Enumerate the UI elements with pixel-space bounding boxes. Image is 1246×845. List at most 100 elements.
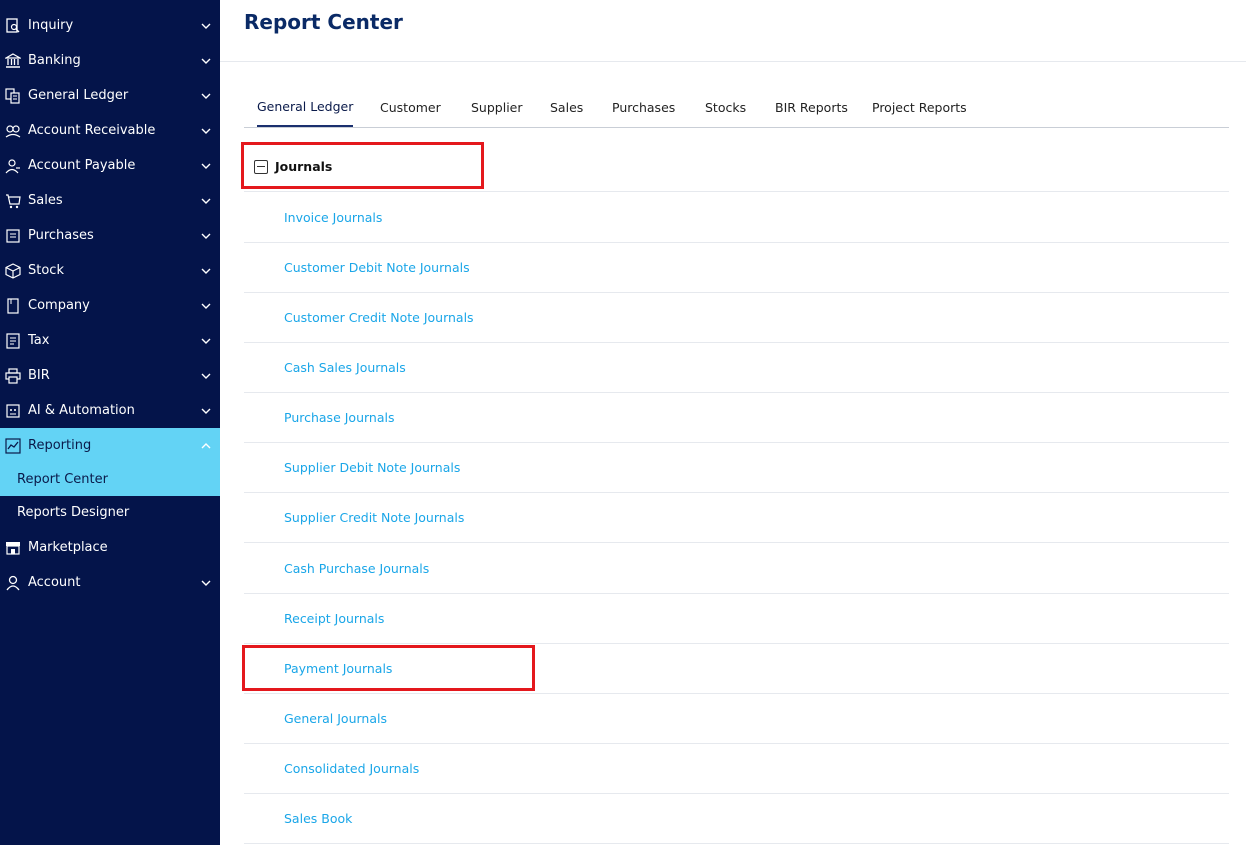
sidebar-item-marketplace[interactable]: Marketplace bbox=[0, 530, 220, 565]
report-link-receipt-journals[interactable]: Receipt Journals bbox=[284, 611, 384, 626]
header-divider bbox=[220, 61, 1246, 62]
chevron-down-icon bbox=[200, 335, 212, 347]
sidebar-item-label: Company bbox=[28, 298, 90, 313]
chevron-down-icon bbox=[200, 370, 212, 382]
report-row: Sales Book bbox=[244, 794, 1229, 844]
chevron-down-icon bbox=[200, 195, 212, 207]
chart-icon bbox=[4, 437, 22, 455]
report-row: Supplier Debit Note Journals bbox=[244, 443, 1229, 493]
report-link-cash-sales-journals[interactable]: Cash Sales Journals bbox=[284, 360, 406, 375]
sidebar-item-label: Tax bbox=[28, 333, 50, 348]
chevron-down-icon bbox=[200, 160, 212, 172]
chevron-down-icon bbox=[200, 55, 212, 67]
tab-purchases[interactable]: Purchases bbox=[612, 88, 675, 127]
sidebar-subitem-label: Report Center bbox=[17, 472, 108, 487]
sidebar-item-reporting[interactable]: Reporting bbox=[0, 428, 220, 463]
sidebar-item-company[interactable]: Company bbox=[0, 288, 220, 323]
store-icon bbox=[4, 539, 22, 557]
user-icon bbox=[4, 574, 22, 592]
sidebar-item-bir[interactable]: BIR bbox=[0, 358, 220, 393]
sidebar-item-label: Account Payable bbox=[28, 158, 136, 173]
report-link-supplier-debit-note-journals[interactable]: Supplier Debit Note Journals bbox=[284, 460, 460, 475]
building-icon bbox=[4, 297, 22, 315]
sidebar-item-ai-automation[interactable]: AI & Automation bbox=[0, 393, 220, 428]
report-link-invoice-journals[interactable]: Invoice Journals bbox=[284, 210, 382, 225]
sidebar-item-label: Reporting bbox=[28, 438, 92, 453]
report-link-purchase-journals[interactable]: Purchase Journals bbox=[284, 410, 394, 425]
sidebar-subitem-report-center[interactable]: Report Center bbox=[0, 463, 220, 496]
tab-stocks[interactable]: Stocks bbox=[705, 88, 746, 127]
report-link-general-journals[interactable]: General Journals bbox=[284, 711, 387, 726]
cart-icon bbox=[4, 192, 22, 210]
report-row: Payment Journals bbox=[244, 644, 1229, 694]
report-link-consolidated-journals[interactable]: Consolidated Journals bbox=[284, 761, 419, 776]
report-row: Invoice Journals bbox=[244, 193, 1229, 243]
tab-sales[interactable]: Sales bbox=[550, 88, 583, 127]
sidebar-item-purchases[interactable]: Purchases bbox=[0, 218, 220, 253]
chevron-down-icon bbox=[200, 405, 212, 417]
inquiry-icon bbox=[4, 17, 22, 35]
sidebar-subitem-reports-designer[interactable]: Reports Designer bbox=[0, 496, 220, 529]
report-link-cash-purchase-journals[interactable]: Cash Purchase Journals bbox=[284, 561, 429, 576]
collapse-toggle-icon[interactable] bbox=[254, 159, 268, 174]
sidebar-item-label: Account bbox=[28, 575, 81, 590]
sidebar-item-account[interactable]: Account bbox=[0, 565, 220, 600]
sidebar-item-label: Inquiry bbox=[28, 18, 74, 33]
sidebar-item-label: General Ledger bbox=[28, 88, 129, 103]
tab-customer[interactable]: Customer bbox=[380, 88, 441, 127]
report-link-customer-debit-note-journals[interactable]: Customer Debit Note Journals bbox=[284, 260, 470, 275]
tab-bir-reports[interactable]: BIR Reports bbox=[775, 88, 848, 127]
sidebar-item-label: BIR bbox=[28, 368, 50, 383]
chevron-down-icon bbox=[200, 265, 212, 277]
tab-general-ledger[interactable]: General Ledger bbox=[257, 88, 354, 127]
sidebar-subitem-label: Reports Designer bbox=[17, 505, 130, 520]
report-tabs: General Ledger Customer Supplier Sales P… bbox=[244, 88, 1229, 128]
report-row: Customer Debit Note Journals bbox=[244, 243, 1229, 293]
sidebar-item-label: Marketplace bbox=[28, 540, 108, 555]
tab-project-reports[interactable]: Project Reports bbox=[872, 88, 967, 127]
sidebar-item-general-ledger[interactable]: General Ledger bbox=[0, 78, 220, 113]
box-icon bbox=[4, 262, 22, 280]
tab-supplier[interactable]: Supplier bbox=[471, 88, 523, 127]
chevron-down-icon bbox=[200, 230, 212, 242]
sidebar-item-label: Sales bbox=[28, 193, 63, 208]
sidebar-item-label: Stock bbox=[28, 263, 64, 278]
sidebar-item-sales[interactable]: Sales bbox=[0, 183, 220, 218]
purchases-icon bbox=[4, 227, 22, 245]
report-link-supplier-credit-note-journals[interactable]: Supplier Credit Note Journals bbox=[284, 510, 464, 525]
report-row: Customer Credit Note Journals bbox=[244, 293, 1229, 343]
chevron-down-icon bbox=[200, 300, 212, 312]
sidebar-item-stock[interactable]: Stock bbox=[0, 253, 220, 288]
journals-section-header: Journals bbox=[244, 142, 1229, 192]
chevron-down-icon bbox=[200, 20, 212, 32]
payable-icon bbox=[4, 157, 22, 175]
robot-icon bbox=[4, 402, 22, 420]
report-row: Consolidated Journals bbox=[244, 744, 1229, 794]
report-row: General Journals bbox=[244, 694, 1229, 744]
chevron-down-icon bbox=[200, 125, 212, 137]
sidebar-item-tax[interactable]: Tax bbox=[0, 323, 220, 358]
sidebar-item-account-receivable[interactable]: Account Receivable bbox=[0, 113, 220, 148]
report-link-customer-credit-note-journals[interactable]: Customer Credit Note Journals bbox=[284, 310, 474, 325]
chevron-up-icon bbox=[200, 440, 212, 452]
report-row: Supplier Credit Note Journals bbox=[244, 493, 1229, 543]
report-row: Cash Purchase Journals bbox=[244, 544, 1229, 594]
sidebar-item-label: Account Receivable bbox=[28, 123, 156, 138]
page-title: Report Center bbox=[244, 10, 403, 34]
report-link-sales-book[interactable]: Sales Book bbox=[284, 811, 352, 826]
sidebar-item-label: Banking bbox=[28, 53, 81, 68]
report-row: Receipt Journals bbox=[244, 594, 1229, 644]
sidebar-item-label: AI & Automation bbox=[28, 403, 135, 418]
receivable-icon bbox=[4, 122, 22, 140]
section-title: Journals bbox=[275, 159, 333, 174]
ledger-icon bbox=[4, 87, 22, 105]
report-link-payment-journals[interactable]: Payment Journals bbox=[284, 661, 392, 676]
sidebar-item-account-payable[interactable]: Account Payable bbox=[0, 148, 220, 183]
sidebar-item-banking[interactable]: Banking bbox=[0, 43, 220, 78]
sidebar: Inquiry Banking General Ledger Account R… bbox=[0, 0, 220, 845]
sidebar-item-inquiry[interactable]: Inquiry bbox=[0, 8, 220, 43]
chevron-down-icon bbox=[200, 577, 212, 589]
chevron-down-icon bbox=[200, 90, 212, 102]
bank-icon bbox=[4, 52, 22, 70]
printer-icon bbox=[4, 367, 22, 385]
